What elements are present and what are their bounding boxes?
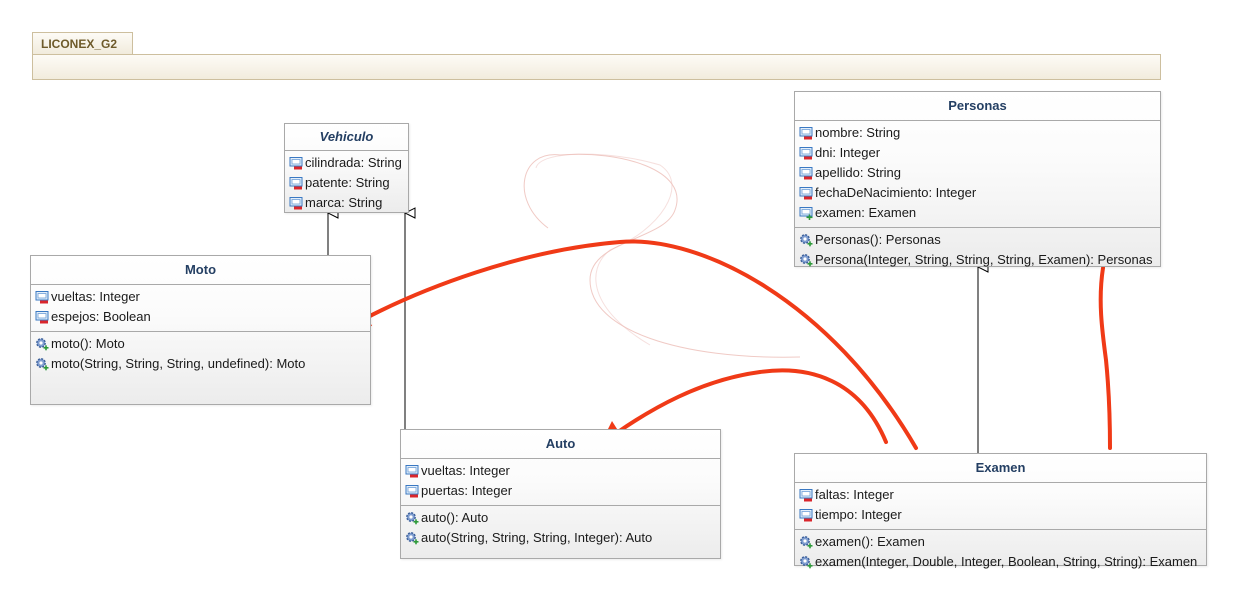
field-private-icon [799,489,813,502]
field-private-icon [799,127,813,140]
method-public-icon [36,358,49,371]
field-private-icon [799,187,813,200]
class-auto[interactable]: Auto vueltas: Integer puertas: Integer a… [400,429,721,559]
field-private-icon [799,147,813,160]
method-row[interactable]: moto(String, String, String, undefined):… [31,354,370,374]
attribute-row[interactable]: faltas: Integer [795,485,1206,505]
method-text: examen(): Examen [815,534,925,549]
method-row[interactable]: Persona(Integer, String, String, String,… [795,250,1160,270]
attributes-section: nombre: String dni: Integer apellido: St… [795,121,1160,227]
field-private-icon [35,311,49,324]
attribute-row[interactable]: fechaDeNacimiento: Integer [795,183,1160,203]
attributes-section: faltas: Integer tiempo: Integer [795,483,1206,529]
attribute-text: apellido: String [815,165,901,180]
method-public-icon [406,532,419,545]
methods-section: Personas(): Personas Persona(Integer, St… [795,227,1160,274]
attribute-row[interactable]: dni: Integer [795,143,1160,163]
attribute-row[interactable]: apellido: String [795,163,1160,183]
class-title: Auto [401,430,720,459]
methods-section: auto(): Auto auto(String, String, String… [401,505,720,552]
attribute-text: examen: Examen [815,205,917,220]
attribute-text: fechaDeNacimiento: Integer [815,185,977,200]
attribute-row[interactable]: puertas: Integer [401,481,720,501]
class-examen[interactable]: Examen faltas: Integer tiempo: Integer e… [794,453,1207,569]
attribute-text: marca: String [305,195,383,210]
field-private-icon [799,509,813,522]
field-public-icon [799,207,813,220]
attribute-text: vueltas: Integer [421,463,510,478]
attribute-text: dni: Integer [815,145,881,160]
method-row[interactable]: examen(): Examen [795,532,1206,552]
attributes-section: vueltas: Integer puertas: Integer [401,459,720,505]
method-text: moto(String, String, String, undefined):… [51,356,306,371]
field-private-icon [289,157,303,170]
attribute-text: puertas: Integer [421,483,513,498]
attribute-row[interactable]: tiempo: Integer [795,505,1206,525]
attribute-row[interactable]: examen: Examen [795,203,1160,223]
attribute-text: faltas: Integer [815,487,894,502]
attribute-text: espejos: Boolean [51,309,151,324]
method-text: Personas(): Personas [815,232,941,247]
method-text: auto(String, String, String, Integer): A… [421,530,653,545]
field-private-icon [405,485,419,498]
class-title: Personas [795,92,1160,121]
field-private-icon [405,465,419,478]
method-public-icon [800,536,813,549]
method-row[interactable]: Personas(): Personas [795,230,1160,250]
method-public-icon [800,254,813,267]
attribute-text: nombre: String [815,125,901,140]
method-text: auto(): Auto [421,510,489,525]
method-text: examen(Integer, Double, Integer, Boolean… [815,554,1198,569]
method-row[interactable]: auto(): Auto [401,508,720,528]
attributes-section: cilindrada: String patente: String marca… [285,151,408,217]
attribute-row[interactable]: marca: String [285,193,408,213]
class-title: Moto [31,256,370,285]
methods-section: examen(): Examen examen(Integer, Double,… [795,529,1206,576]
class-personas[interactable]: Personas nombre: String dni: Integer ape… [794,91,1161,267]
class-vehiculo[interactable]: Vehiculo cilindrada: String patente: Str… [284,123,409,213]
class-title: Examen [795,454,1206,483]
methods-section: moto(): Moto moto(String, String, String… [31,331,370,378]
attribute-text: tiempo: Integer [815,507,902,522]
attribute-text: cilindrada: String [305,155,402,170]
method-row[interactable]: auto(String, String, String, Integer): A… [401,528,720,548]
attribute-text: patente: String [305,175,390,190]
attribute-row[interactable]: vueltas: Integer [401,461,720,481]
method-row[interactable]: examen(Integer, Double, Integer, Boolean… [795,552,1206,572]
attribute-row[interactable]: cilindrada: String [285,153,408,173]
attribute-row[interactable]: nombre: String [795,123,1160,143]
attribute-row[interactable]: vueltas: Integer [31,287,370,307]
red-line-personas-examen [1098,266,1112,450]
class-title: Vehiculo [285,124,408,151]
method-text: moto(): Moto [51,336,125,351]
field-private-icon [289,177,303,190]
method-public-icon [800,556,813,569]
attribute-text: vueltas: Integer [51,289,140,304]
method-public-icon [800,234,813,247]
method-text: Persona(Integer, String, String, String,… [815,252,1153,267]
field-private-icon [35,291,49,304]
attributes-section: vueltas: Integer espejos: Boolean [31,285,370,331]
field-private-icon [289,197,303,210]
field-private-icon [799,167,813,180]
class-moto[interactable]: Moto vueltas: Integer espejos: Boolean m… [30,255,371,405]
method-public-icon [36,338,49,351]
faint-sketch-stroke [523,153,801,358]
method-row[interactable]: moto(): Moto [31,334,370,354]
method-public-icon [406,512,419,525]
attribute-row[interactable]: patente: String [285,173,408,193]
attribute-row[interactable]: espejos: Boolean [31,307,370,327]
